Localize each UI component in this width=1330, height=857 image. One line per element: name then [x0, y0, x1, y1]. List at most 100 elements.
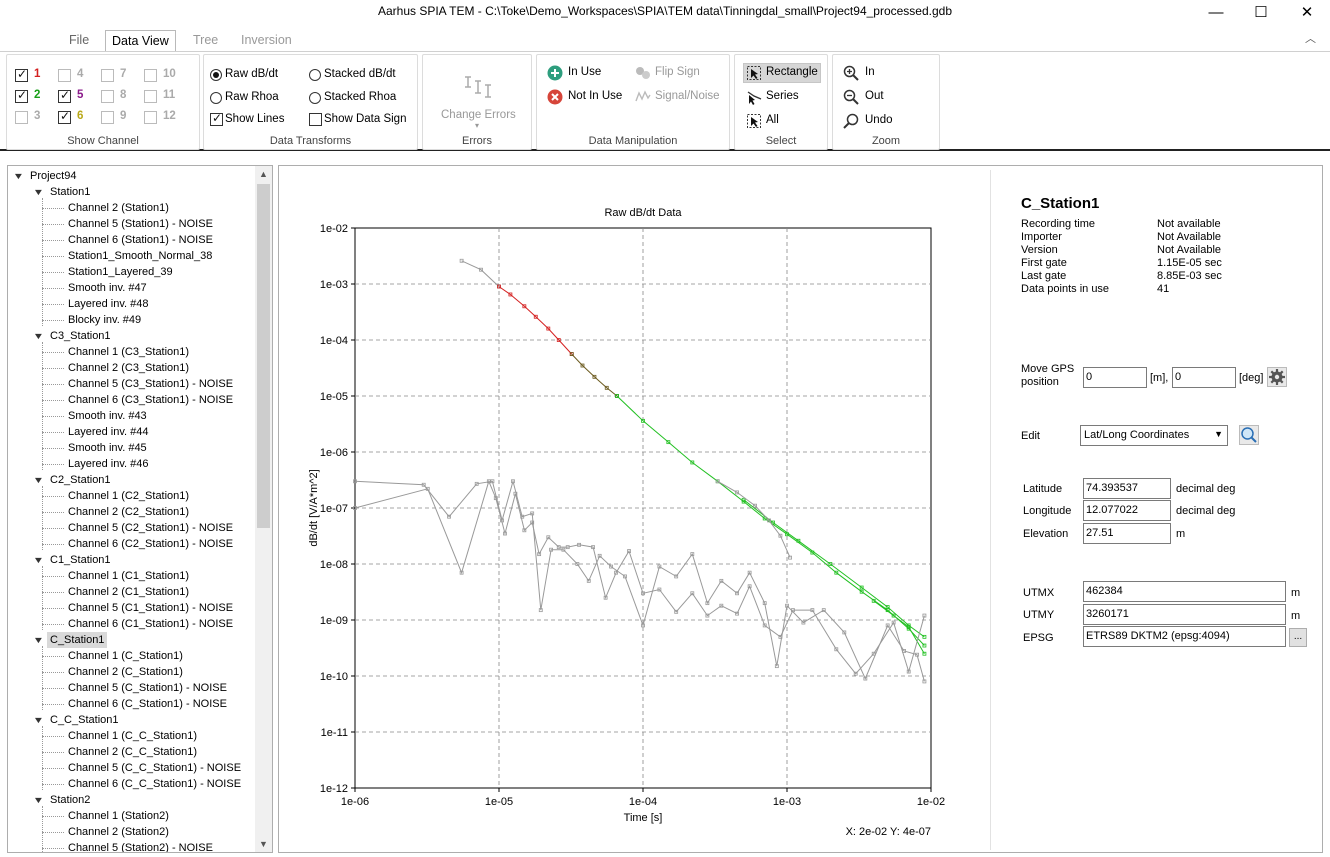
tree-leaf-item[interactable]: Channel 2 (Station2) — [68, 824, 169, 840]
select-all-icon[interactable] — [746, 113, 762, 129]
tree-leaf-item[interactable]: Smooth inv. #47 — [68, 280, 147, 296]
channel-7-checkbox[interactable] — [101, 69, 114, 82]
tree-node-item[interactable]: Station1 — [50, 184, 90, 200]
tree-expander-icon[interactable]: ▼ — [33, 555, 45, 565]
tree-leaf-item[interactable]: Channel 6 (C3_Station1) - NOISE — [68, 392, 233, 408]
series-select-icon[interactable] — [746, 89, 762, 105]
channel-3-label[interactable]: 3 — [34, 110, 40, 122]
tree-leaf-item[interactable]: Layered inv. #44 — [68, 424, 149, 440]
tree-leaf-item[interactable]: Channel 1 (C_C_Station1) — [68, 728, 197, 744]
show-data-sign-checkbox[interactable] — [309, 113, 322, 126]
tree-leaf-item[interactable]: Channel 5 (C_C_Station1) - NOISE — [68, 760, 241, 776]
maximize-button[interactable]: ☐ — [1238, 0, 1284, 26]
change-errors-icon[interactable] — [463, 71, 493, 101]
channel-9-label[interactable]: 9 — [120, 110, 126, 122]
change-errors-label[interactable]: Change Errors — [441, 109, 516, 121]
stacked-dbdt-radio[interactable] — [309, 69, 321, 81]
tree-leaf-item[interactable]: Channel 2 (Station1) — [68, 200, 169, 216]
tree-leaf-item[interactable]: Channel 2 (C1_Station1) — [68, 584, 189, 600]
show-data-sign-label[interactable]: Show Data Sign — [324, 113, 406, 125]
channel-11-label[interactable]: 11 — [163, 89, 175, 101]
tree-node-item[interactable]: C1_Station1 — [50, 552, 111, 568]
zoom-in-icon[interactable] — [843, 65, 859, 81]
show-lines-label[interactable]: Show Lines — [225, 113, 284, 125]
channel-8-label[interactable]: 8 — [120, 89, 126, 101]
tree-leaf-item[interactable]: Smooth inv. #43 — [68, 408, 147, 424]
utmy-input[interactable]: 3260171 — [1083, 604, 1286, 625]
close-button[interactable]: ✕ — [1284, 0, 1330, 26]
tree-leaf-item[interactable]: Channel 6 (C1_Station1) - NOISE — [68, 616, 233, 632]
channel-12-label[interactable]: 12 — [163, 110, 176, 122]
signal-noise-icon[interactable] — [635, 89, 651, 105]
tree-leaf-item[interactable]: Blocky inv. #49 — [68, 312, 141, 328]
tree-leaf-item[interactable]: Channel 1 (C3_Station1) — [68, 344, 189, 360]
channel-2-checkbox[interactable] — [15, 88, 28, 103]
tree-node-item[interactable]: C_Station1 — [47, 632, 108, 648]
zoom-out-icon[interactable] — [843, 89, 859, 105]
tree-leaf-item[interactable]: Channel 6 (C_C_Station1) - NOISE — [68, 776, 241, 792]
tree-leaf-item[interactable]: Channel 1 (C1_Station1) — [68, 568, 189, 584]
show-lines-checkbox[interactable] — [210, 111, 223, 126]
zoom-out-label[interactable]: Out — [865, 90, 884, 102]
tree-leaf-item[interactable]: Layered inv. #46 — [68, 456, 149, 472]
tree-expander-icon[interactable]: ▼ — [13, 171, 25, 181]
tree-node-item[interactable]: C_C_Station1 — [50, 712, 119, 728]
tree-leaf-item[interactable]: Channel 5 (Station1) - NOISE — [68, 216, 213, 232]
elevation-input[interactable]: 27.51 — [1083, 523, 1171, 544]
channel-5-checkbox[interactable] — [58, 88, 71, 103]
raw-dbdt-radio[interactable] — [210, 69, 222, 81]
tree-node-item[interactable]: C2_Station1 — [50, 472, 111, 488]
stacked-dbdt-label[interactable]: Stacked dB/dt — [324, 68, 396, 80]
tree-leaf-item[interactable]: Channel 5 (Station2) - NOISE — [68, 840, 213, 852]
channel-9-checkbox[interactable] — [101, 111, 114, 124]
channel-7-label[interactable]: 7 — [120, 68, 126, 80]
not-in-use-icon[interactable] — [547, 89, 563, 105]
rectangle-select-icon[interactable] — [746, 65, 762, 81]
in-use-icon[interactable] — [547, 65, 563, 81]
move-m-input[interactable]: 0 — [1083, 367, 1147, 388]
channel-10-label[interactable]: 10 — [163, 68, 176, 80]
tree-leaf-item[interactable]: Channel 6 (C_Station1) - NOISE — [68, 696, 227, 712]
locate-icon[interactable] — [1239, 425, 1259, 445]
raw-rhoa-radio[interactable] — [210, 92, 222, 104]
tree-leaf-item[interactable]: Channel 5 (C3_Station1) - NOISE — [68, 376, 233, 392]
raw-rhoa-label[interactable]: Raw Rhoa — [225, 91, 279, 103]
gear-icon[interactable] — [1267, 367, 1287, 387]
tree-leaf-item[interactable]: Station1_Layered_39 — [68, 264, 173, 280]
tree-expander-icon[interactable]: ▼ — [33, 635, 45, 645]
channel-2-label[interactable]: 2 — [34, 89, 40, 101]
series-label[interactable]: Series — [766, 90, 799, 102]
channel-1-label[interactable]: 1 — [34, 68, 40, 80]
not-in-use-label[interactable]: Not In Use — [568, 90, 622, 102]
in-use-label[interactable]: In Use — [568, 66, 601, 78]
channel-11-checkbox[interactable] — [144, 90, 157, 103]
change-errors-dropdown-icon[interactable]: ▾ — [475, 121, 479, 130]
stacked-rhoa-label[interactable]: Stacked Rhoa — [324, 91, 396, 103]
tree-expander-icon[interactable]: ▼ — [33, 715, 45, 725]
channel-12-checkbox[interactable] — [144, 111, 157, 124]
channel-4-label[interactable]: 4 — [77, 68, 83, 80]
scroll-up-icon[interactable]: ▲ — [255, 169, 272, 179]
tree-leaf-item[interactable]: Channel 5 (C1_Station1) - NOISE — [68, 600, 233, 616]
collapse-ribbon-icon[interactable]: ︿ — [1305, 30, 1316, 46]
tree-leaf-item[interactable]: Smooth inv. #45 — [68, 440, 147, 456]
tree-scrollbar[interactable]: ▲ ▼ — [255, 166, 272, 852]
flip-sign-icon[interactable] — [635, 65, 651, 81]
tree-leaf-item[interactable]: Channel 5 (C2_Station1) - NOISE — [68, 520, 233, 536]
utmx-input[interactable]: 462384 — [1083, 581, 1286, 602]
tree-leaf-item[interactable]: Channel 1 (Station2) — [68, 808, 169, 824]
zoom-in-label[interactable]: In — [865, 66, 875, 78]
raw-dbdt-chart[interactable]: 1e-06 1e-05 1e-04 1e-03 1e-02 1e-02 1e-03 1e-04… — [279, 166, 979, 852]
tree-leaf-item[interactable]: Layered inv. #48 — [68, 296, 149, 312]
project-tree[interactable]: ▼ Project94 ▼ Station1 Channel 2 (Station1) C… — [7, 165, 273, 853]
channel-4-checkbox[interactable] — [58, 69, 71, 82]
channel-5-label[interactable]: 5 — [77, 89, 83, 101]
tree-leaf-item[interactable]: Channel 6 (Station1) - NOISE — [68, 232, 213, 248]
tree-node-item[interactable]: Project94 — [30, 168, 76, 184]
stacked-rhoa-radio[interactable] — [309, 92, 321, 104]
tab-tree[interactable]: Tree — [187, 30, 224, 52]
tab-inversion[interactable]: Inversion — [235, 30, 298, 52]
tree-leaf-item[interactable]: Channel 5 (C_Station1) - NOISE — [68, 680, 227, 696]
raw-dbdt-label[interactable]: Raw dB/dt — [225, 68, 278, 80]
channel-8-checkbox[interactable] — [101, 90, 114, 103]
